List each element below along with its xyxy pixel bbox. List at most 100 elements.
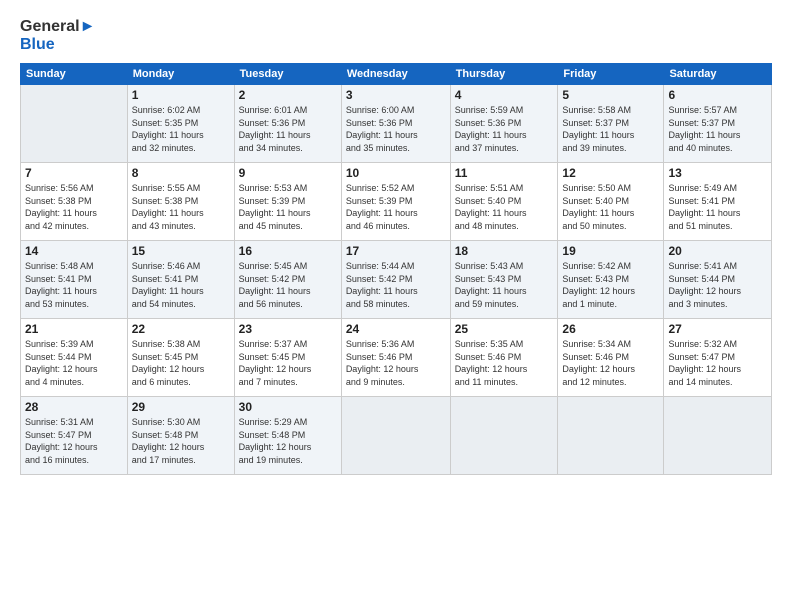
- day-number: 10: [346, 166, 446, 180]
- weekday-header-saturday: Saturday: [664, 64, 772, 85]
- calendar-day-cell: 10 Sunrise: 5:52 AM Sunset: 5:39 PM Dayli…: [341, 163, 450, 241]
- day-number: 29: [132, 400, 230, 414]
- weekday-header-sunday: Sunday: [21, 64, 128, 85]
- day-info: Sunrise: 5:44 AM Sunset: 5:42 PM Dayligh…: [346, 260, 446, 310]
- calendar-day-cell: 5Sunrise: 5:58 AM Sunset: 5:37 PM Daylig…: [558, 85, 664, 163]
- calendar-day-cell: 22 Sunrise: 5:38 AM Sunset: 5:45 PM Dayli…: [127, 319, 234, 397]
- day-number: 5: [562, 88, 659, 102]
- calendar-day-cell: 30 Sunrise: 5:29 AM Sunset: 5:48 PM Dayli…: [234, 397, 341, 475]
- day-info: Sunrise: 5:30 AM Sunset: 5:48 PM Dayligh…: [132, 416, 230, 466]
- day-info: Sunrise: 5:48 AM Sunset: 5:41 PM Dayligh…: [25, 260, 123, 310]
- day-info: Sunrise: 5:51 AM Sunset: 5:40 PM Dayligh…: [455, 182, 554, 232]
- logo: General► Blue: [20, 18, 95, 53]
- calendar-day-cell: 2 Sunrise: 6:01 AM Sunset: 5:36 PM Daylig…: [234, 85, 341, 163]
- day-info: Sunrise: 5:32 AM Sunset: 5:47 PM Dayligh…: [668, 338, 767, 388]
- calendar-day-cell: 27 Sunrise: 5:32 AM Sunset: 5:47 PM Dayli…: [664, 319, 772, 397]
- day-number: 27: [668, 322, 767, 336]
- calendar-day-cell: [450, 397, 558, 475]
- calendar-day-cell: 19 Sunrise: 5:42 AM Sunset: 5:43 PM Dayli…: [558, 241, 664, 319]
- day-number: 8: [132, 166, 230, 180]
- calendar-day-cell: 12 Sunrise: 5:50 AM Sunset: 5:40 PM Dayli…: [558, 163, 664, 241]
- header: General► Blue: [20, 18, 772, 53]
- day-number: 16: [239, 244, 337, 258]
- day-number: 30: [239, 400, 337, 414]
- calendar-header-row: SundayMondayTuesdayWednesdayThursdayFrid…: [21, 64, 772, 85]
- calendar-week-row: 28 Sunrise: 5:31 AM Sunset: 5:47 PM Dayli…: [21, 397, 772, 475]
- calendar-day-cell: 20Sunrise: 5:41 AM Sunset: 5:44 PM Dayli…: [664, 241, 772, 319]
- calendar-day-cell: 9 Sunrise: 5:53 AM Sunset: 5:39 PM Daylig…: [234, 163, 341, 241]
- day-number: 17: [346, 244, 446, 258]
- calendar-day-cell: 1 Sunrise: 6:02 AM Sunset: 5:35 PM Daylig…: [127, 85, 234, 163]
- calendar-day-cell: [21, 85, 128, 163]
- day-number: 3: [346, 88, 446, 102]
- day-number: 14: [25, 244, 123, 258]
- day-number: 20: [668, 244, 767, 258]
- day-number: 1: [132, 88, 230, 102]
- page: General► Blue SundayMondayTuesdayWednesd…: [0, 0, 792, 612]
- calendar-week-row: 14 Sunrise: 5:48 AM Sunset: 5:41 PM Dayli…: [21, 241, 772, 319]
- day-info: Sunrise: 6:00 AM Sunset: 5:36 PM Dayligh…: [346, 104, 446, 154]
- calendar-day-cell: 29 Sunrise: 5:30 AM Sunset: 5:48 PM Dayli…: [127, 397, 234, 475]
- calendar-day-cell: 15 Sunrise: 5:46 AM Sunset: 5:41 PM Dayli…: [127, 241, 234, 319]
- calendar-day-cell: 11Sunrise: 5:51 AM Sunset: 5:40 PM Dayli…: [450, 163, 558, 241]
- day-number: 2: [239, 88, 337, 102]
- day-info: Sunrise: 5:55 AM Sunset: 5:38 PM Dayligh…: [132, 182, 230, 232]
- calendar-day-cell: 28 Sunrise: 5:31 AM Sunset: 5:47 PM Dayli…: [21, 397, 128, 475]
- calendar-day-cell: [341, 397, 450, 475]
- day-info: Sunrise: 5:35 AM Sunset: 5:46 PM Dayligh…: [455, 338, 554, 388]
- day-info: Sunrise: 5:36 AM Sunset: 5:46 PM Dayligh…: [346, 338, 446, 388]
- day-number: 26: [562, 322, 659, 336]
- calendar-day-cell: 3 Sunrise: 6:00 AM Sunset: 5:36 PM Daylig…: [341, 85, 450, 163]
- day-info: Sunrise: 5:42 AM Sunset: 5:43 PM Dayligh…: [562, 260, 659, 310]
- day-number: 9: [239, 166, 337, 180]
- day-info: Sunrise: 5:38 AM Sunset: 5:45 PM Dayligh…: [132, 338, 230, 388]
- calendar-day-cell: 25 Sunrise: 5:35 AM Sunset: 5:46 PM Dayli…: [450, 319, 558, 397]
- day-number: 7: [25, 166, 123, 180]
- weekday-header-monday: Monday: [127, 64, 234, 85]
- calendar-week-row: 7 Sunrise: 5:56 AM Sunset: 5:38 PM Daylig…: [21, 163, 772, 241]
- weekday-header-thursday: Thursday: [450, 64, 558, 85]
- calendar-week-row: 21Sunrise: 5:39 AM Sunset: 5:44 PM Dayli…: [21, 319, 772, 397]
- weekday-header-tuesday: Tuesday: [234, 64, 341, 85]
- calendar-day-cell: 4 Sunrise: 5:59 AM Sunset: 5:36 PM Daylig…: [450, 85, 558, 163]
- day-number: 18: [455, 244, 554, 258]
- day-info: Sunrise: 5:46 AM Sunset: 5:41 PM Dayligh…: [132, 260, 230, 310]
- day-number: 28: [25, 400, 123, 414]
- day-info: Sunrise: 5:52 AM Sunset: 5:39 PM Dayligh…: [346, 182, 446, 232]
- day-info: Sunrise: 6:02 AM Sunset: 5:35 PM Dayligh…: [132, 104, 230, 154]
- day-number: 6: [668, 88, 767, 102]
- day-number: 23: [239, 322, 337, 336]
- day-info: Sunrise: 5:57 AM Sunset: 5:37 PM Dayligh…: [668, 104, 767, 154]
- day-info: Sunrise: 5:29 AM Sunset: 5:48 PM Dayligh…: [239, 416, 337, 466]
- day-info: Sunrise: 5:53 AM Sunset: 5:39 PM Dayligh…: [239, 182, 337, 232]
- day-info: Sunrise: 5:39 AM Sunset: 5:44 PM Dayligh…: [25, 338, 123, 388]
- calendar-week-row: 1 Sunrise: 6:02 AM Sunset: 5:35 PM Daylig…: [21, 85, 772, 163]
- calendar-day-cell: 14 Sunrise: 5:48 AM Sunset: 5:41 PM Dayli…: [21, 241, 128, 319]
- calendar-day-cell: 23Sunrise: 5:37 AM Sunset: 5:45 PM Dayli…: [234, 319, 341, 397]
- calendar-day-cell: 13 Sunrise: 5:49 AM Sunset: 5:41 PM Dayli…: [664, 163, 772, 241]
- day-info: Sunrise: 5:56 AM Sunset: 5:38 PM Dayligh…: [25, 182, 123, 232]
- calendar-table: SundayMondayTuesdayWednesdayThursdayFrid…: [20, 63, 772, 475]
- calendar-day-cell: 24 Sunrise: 5:36 AM Sunset: 5:46 PM Dayli…: [341, 319, 450, 397]
- day-info: Sunrise: 5:59 AM Sunset: 5:36 PM Dayligh…: [455, 104, 554, 154]
- day-number: 13: [668, 166, 767, 180]
- calendar-day-cell: 6 Sunrise: 5:57 AM Sunset: 5:37 PM Daylig…: [664, 85, 772, 163]
- day-number: 25: [455, 322, 554, 336]
- day-info: Sunrise: 5:43 AM Sunset: 5:43 PM Dayligh…: [455, 260, 554, 310]
- day-number: 24: [346, 322, 446, 336]
- day-number: 22: [132, 322, 230, 336]
- day-number: 4: [455, 88, 554, 102]
- calendar-day-cell: 17 Sunrise: 5:44 AM Sunset: 5:42 PM Dayli…: [341, 241, 450, 319]
- day-info: Sunrise: 5:49 AM Sunset: 5:41 PM Dayligh…: [668, 182, 767, 232]
- day-info: Sunrise: 6:01 AM Sunset: 5:36 PM Dayligh…: [239, 104, 337, 154]
- day-number: 15: [132, 244, 230, 258]
- day-info: Sunrise: 5:45 AM Sunset: 5:42 PM Dayligh…: [239, 260, 337, 310]
- day-number: 12: [562, 166, 659, 180]
- calendar-day-cell: [558, 397, 664, 475]
- day-info: Sunrise: 5:50 AM Sunset: 5:40 PM Dayligh…: [562, 182, 659, 232]
- calendar-day-cell: 26Sunrise: 5:34 AM Sunset: 5:46 PM Dayli…: [558, 319, 664, 397]
- day-info: Sunrise: 5:31 AM Sunset: 5:47 PM Dayligh…: [25, 416, 123, 466]
- calendar-day-cell: 18 Sunrise: 5:43 AM Sunset: 5:43 PM Dayli…: [450, 241, 558, 319]
- day-number: 19: [562, 244, 659, 258]
- logo-text-block: General► Blue: [20, 18, 95, 53]
